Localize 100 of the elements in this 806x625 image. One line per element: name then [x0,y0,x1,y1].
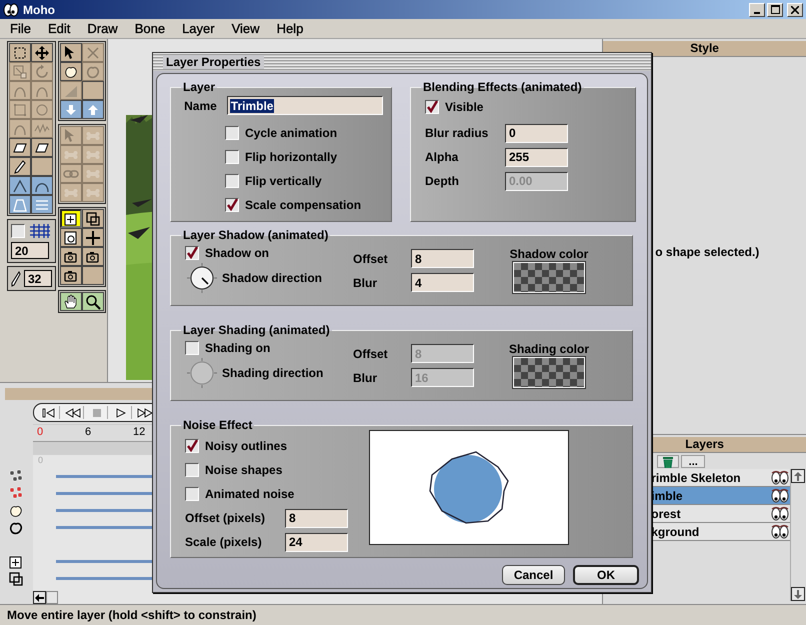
checkbox-label: Animated noise [205,487,294,501]
field-label: Offset [353,252,389,266]
checkbox[interactable] [225,198,239,212]
scroll-left-button[interactable] [33,591,46,604]
name-field[interactable]: Trimble [226,96,383,115]
tool-button[interactable] [9,195,31,214]
checkbox[interactable] [225,150,239,164]
fast-forward-icon [136,408,152,418]
grid-size-field[interactable]: 20 [11,242,49,259]
brush-size-field[interactable]: 32 [24,270,52,287]
text-field[interactable]: 8 [411,249,474,268]
tool-button[interactable] [31,43,53,62]
text-field[interactable]: 255 [505,148,568,166]
stop-icon [92,408,102,418]
tool-button[interactable] [60,266,82,285]
rotate-icon [34,64,50,80]
left-arrow-icon [35,594,44,602]
section-title: Layer [182,80,216,94]
tool-button[interactable] [82,209,104,228]
checkbox[interactable] [425,100,439,114]
maximize-icon [770,5,780,14]
checkbox-label: Shadow on [205,246,269,260]
trapezoid-icon [12,196,28,212]
tool-button[interactable] [60,209,82,228]
scroll-thumb[interactable] [46,591,58,604]
plus-icon [85,230,101,246]
tool-button[interactable] [60,292,82,311]
menu-item[interactable]: Edit [40,21,80,36]
checkbox[interactable] [185,463,199,477]
field-label: Blur radius [424,126,490,140]
eyes-icon [771,470,789,485]
tool-button[interactable] [60,247,82,266]
tool-button[interactable] [60,43,82,62]
tool-button[interactable] [9,157,31,176]
panel-title: Style [603,41,806,57]
section-title: Blending Effects (animated) [422,80,583,94]
rewind-button[interactable] [62,406,84,419]
direction-dial[interactable] [187,263,217,293]
menu-item[interactable]: File [2,21,40,36]
tool-button[interactable] [60,62,82,81]
dial-label: Shadow direction [222,271,322,285]
section-title: Layer Shading (animated) [182,323,331,337]
eyes-icon [771,524,789,539]
dialog-button[interactable]: OK [573,565,639,585]
color-swatch[interactable] [513,262,585,293]
section-title: Noise Effect [182,418,254,432]
scroll-up-button[interactable] [791,469,805,483]
checkbox[interactable] [225,174,239,188]
checkbox[interactable] [185,487,199,501]
checkbox[interactable] [11,224,25,238]
minimize-button[interactable] [749,2,765,16]
dialog-title: Layer Properties [163,55,264,69]
dial-label: Shading direction [222,366,324,380]
checkbox-label: Shading on [205,341,270,355]
rewind-icon [64,408,80,418]
tool-button[interactable] [9,138,31,157]
dialog-button[interactable]: Cancel [502,565,565,585]
menu-item[interactable]: Draw [79,21,127,36]
checkbox[interactable] [185,246,199,260]
menu-item[interactable]: Bone [126,21,174,36]
frame-number: 12 [133,426,146,438]
tool-button[interactable] [82,247,104,266]
move-icon [34,44,50,60]
text-field[interactable]: 4 [411,273,474,292]
dashed-square-icon [12,44,28,60]
first-frame-icon [42,408,56,418]
eyes-icon [771,488,789,503]
checkbox-label: Scale compensation [245,198,362,212]
tool-button[interactable] [82,292,104,311]
color-swatch[interactable] [513,357,585,388]
move-frame-icon [63,210,79,226]
text-field[interactable]: 24 [285,532,348,552]
tool-button[interactable] [60,100,82,119]
checkbox[interactable] [225,126,239,140]
tool-button[interactable] [82,228,104,247]
menu-item[interactable]: Help [268,21,312,36]
tool-button[interactable] [31,195,53,214]
field-label: Offset (pixels) [185,511,266,525]
checkbox[interactable] [185,341,199,355]
text-field[interactable]: 8 [285,508,348,528]
menu-item[interactable]: Layer [174,21,224,36]
rotate-frame-icon [63,230,79,246]
text-field[interactable]: 0 [505,124,568,142]
delete-layer-button[interactable] [657,455,680,468]
scroll-down-button[interactable] [791,587,805,601]
tool-button[interactable] [9,43,31,62]
close-icon [791,6,799,14]
tool-button[interactable] [31,138,53,157]
close-button[interactable] [787,2,803,16]
window-title: Moho [23,2,55,16]
eyes-icon [771,506,789,521]
tool-button[interactable] [82,100,104,119]
more-button[interactable]: ... [681,455,706,468]
tool-button[interactable] [60,228,82,247]
blob-outline-icon [85,64,101,80]
menu-item[interactable]: View [224,21,269,36]
style-message: o shape selected.) [655,245,760,259]
maximize-button[interactable] [767,2,783,16]
frame-number: 0 [37,426,44,438]
checkbox[interactable] [185,439,199,453]
